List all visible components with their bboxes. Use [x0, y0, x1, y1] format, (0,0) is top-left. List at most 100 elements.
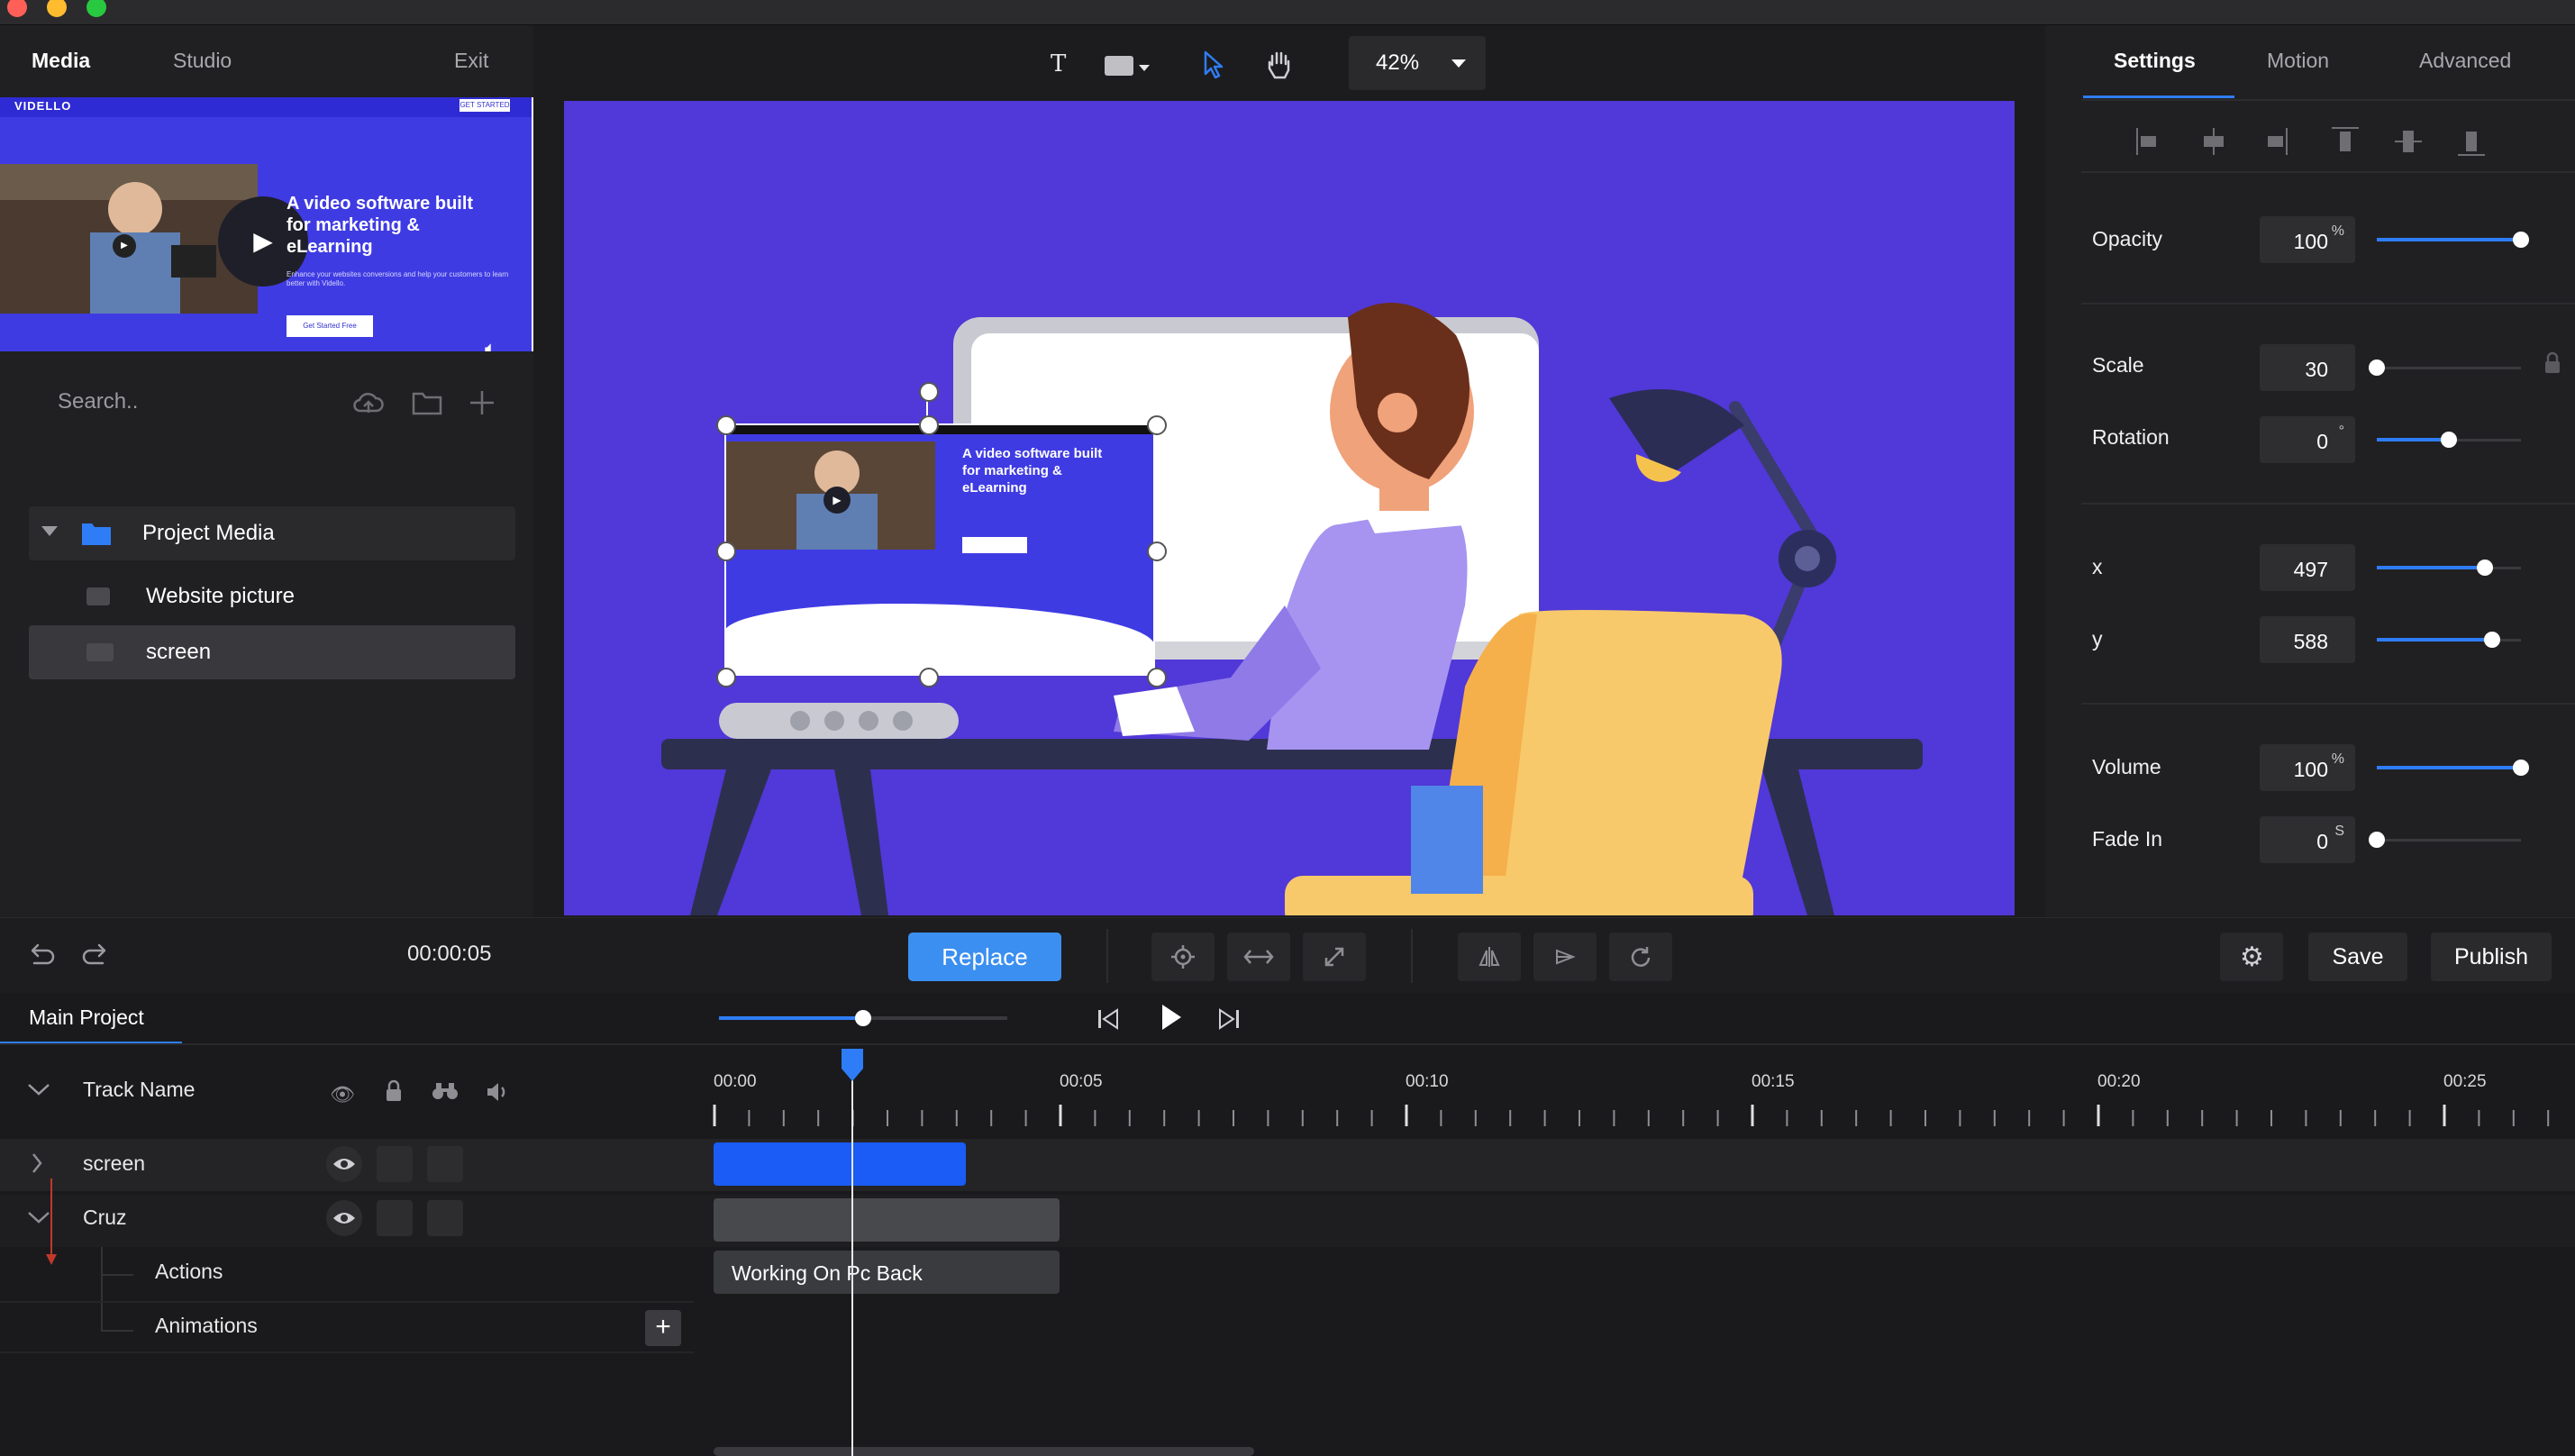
resize-handle-tl[interactable] — [716, 415, 736, 435]
play-button-icon[interactable] — [1157, 1002, 1184, 1033]
volume-icon[interactable] — [485, 1081, 510, 1103]
scale-field[interactable]: 30 — [2260, 344, 2355, 391]
chevron-down-icon[interactable] — [27, 1209, 50, 1225]
clip-cruz[interactable] — [714, 1198, 1060, 1242]
chevron-right-icon[interactable] — [31, 1151, 43, 1175]
undo-icon[interactable] — [27, 940, 56, 967]
text-tool-icon[interactable]: T — [1051, 50, 1066, 77]
scale-slider-knob[interactable] — [2369, 359, 2385, 376]
flip-width-button[interactable] — [1227, 933, 1290, 981]
timeline-scrollbar[interactable] — [714, 1447, 1254, 1456]
track-visibility-toggle[interactable] — [326, 1146, 362, 1182]
minimize-window-button[interactable] — [47, 0, 67, 17]
track-lock-toggle[interactable] — [377, 1146, 413, 1182]
track-lock-toggle[interactable] — [377, 1200, 413, 1236]
playback-slider-knob[interactable] — [855, 1010, 871, 1026]
fade-in-field[interactable]: 0 S — [2260, 816, 2355, 863]
zoom-window-button[interactable] — [86, 0, 106, 17]
add-animation-button[interactable]: + — [645, 1310, 681, 1346]
rotation-slider-knob[interactable] — [2441, 432, 2457, 448]
opacity-field[interactable]: 100 % — [2260, 216, 2355, 263]
tab-advanced[interactable]: Advanced — [2419, 49, 2511, 73]
resize-handle-br[interactable] — [1147, 668, 1167, 687]
window-titlebar — [0, 0, 2575, 25]
align-right-icon[interactable] — [2267, 126, 2288, 157]
x-field[interactable]: 497 — [2260, 544, 2355, 591]
align-left-icon[interactable] — [2135, 126, 2157, 157]
x-slider-knob[interactable] — [2477, 560, 2493, 576]
chevron-down-icon — [1451, 59, 1466, 68]
clip-screen[interactable] — [714, 1142, 966, 1186]
scale-slider[interactable] — [2377, 367, 2521, 369]
publish-button[interactable]: Publish — [2431, 933, 2552, 981]
resize-handle-l[interactable] — [716, 541, 736, 561]
expand-button[interactable] — [1303, 933, 1366, 981]
tab-media[interactable]: Media — [32, 49, 90, 73]
fade-in-slider-knob[interactable] — [2369, 832, 2385, 848]
resize-handle-r[interactable] — [1147, 541, 1167, 561]
align-center-h-icon[interactable] — [2202, 126, 2225, 157]
volume-field[interactable]: 100 % — [2260, 744, 2355, 791]
shape-dropdown-icon[interactable] — [1139, 65, 1150, 71]
exit-button[interactable]: Exit — [454, 49, 488, 73]
rotate-handle[interactable] — [919, 382, 939, 402]
tree-item-website-picture[interactable]: Website picture — [29, 569, 515, 623]
tab-main-project[interactable]: Main Project — [29, 1006, 144, 1030]
resize-handle-tr[interactable] — [1147, 415, 1167, 435]
binoculars-icon[interactable] — [431, 1081, 459, 1101]
add-icon[interactable] — [467, 387, 497, 418]
target-button[interactable] — [1151, 933, 1215, 981]
close-window-button[interactable] — [7, 0, 27, 17]
playhead-handle[interactable] — [840, 1047, 865, 1083]
fade-in-slider[interactable] — [2377, 839, 2521, 842]
resize-handle-t[interactable] — [919, 415, 939, 435]
layer-align-button[interactable] — [1533, 933, 1597, 981]
eye-icon[interactable]: 👁︎ — [330, 1083, 355, 1106]
pointer-tool-icon[interactable] — [1200, 49, 1227, 81]
mirror-button[interactable] — [1458, 933, 1521, 981]
caret-down-icon[interactable] — [41, 526, 58, 536]
replace-button[interactable]: Replace — [908, 933, 1061, 981]
clip-action[interactable]: Working On Pc Back — [714, 1251, 1060, 1294]
align-bottom-icon[interactable] — [2456, 126, 2487, 157]
rotate-button[interactable] — [1609, 933, 1672, 981]
tab-studio[interactable]: Studio — [173, 49, 232, 73]
rotation-field[interactable]: 0 ° — [2260, 416, 2355, 463]
lock-icon[interactable] — [2543, 351, 2562, 375]
time-ruler[interactable] — [703, 1103, 2575, 1128]
y-field[interactable]: 588 — [2260, 616, 2355, 663]
align-top-icon[interactable] — [2330, 126, 2361, 157]
media-search-input[interactable]: Search.. — [58, 389, 138, 414]
save-button[interactable]: Save — [2308, 933, 2407, 981]
track-name-screen[interactable]: screen — [83, 1151, 145, 1176]
resize-handle-b[interactable] — [919, 668, 939, 687]
shape-tool-icon[interactable] — [1105, 56, 1133, 76]
align-middle-v-icon[interactable] — [2393, 126, 2424, 157]
volume-slider-knob[interactable] — [2513, 760, 2529, 776]
track-name-cruz[interactable]: Cruz — [83, 1206, 127, 1230]
skip-back-icon[interactable] — [1096, 1007, 1121, 1031]
settings-button[interactable]: ⚙ — [2220, 933, 2283, 981]
redo-icon[interactable] — [81, 940, 110, 967]
tree-folder-project-media[interactable]: Project Media — [29, 506, 515, 560]
track-solo-toggle[interactable] — [427, 1200, 463, 1236]
hand-tool-icon[interactable] — [1265, 49, 1294, 81]
y-slider-knob[interactable] — [2484, 632, 2500, 648]
media-preview[interactable]: VIDELLO GET STARTED ▶ ▶ A video software… — [0, 97, 535, 351]
track-visibility-toggle[interactable] — [326, 1200, 362, 1236]
zoom-select[interactable]: 42% — [1349, 36, 1486, 90]
mute-icon[interactable]: 🔈︎ — [485, 337, 496, 351]
resize-handle-bl[interactable] — [716, 668, 736, 687]
folder-icon[interactable] — [411, 387, 443, 418]
track-solo-toggle[interactable] — [427, 1146, 463, 1182]
collapse-all-icon[interactable] — [27, 1081, 50, 1097]
tab-motion[interactable]: Motion — [2267, 49, 2329, 73]
tree-item-screen[interactable]: screen — [29, 625, 515, 679]
playback-slider-fill — [719, 1016, 863, 1020]
lock-icon[interactable] — [384, 1079, 404, 1103]
tab-settings[interactable]: Settings — [2114, 49, 2196, 73]
opacity-slider-knob[interactable] — [2513, 232, 2529, 248]
upload-icon[interactable] — [351, 386, 386, 420]
skip-forward-icon[interactable] — [1216, 1007, 1242, 1031]
canvas-stage[interactable]: ▶ A video software built for marketing &… — [564, 101, 2015, 915]
